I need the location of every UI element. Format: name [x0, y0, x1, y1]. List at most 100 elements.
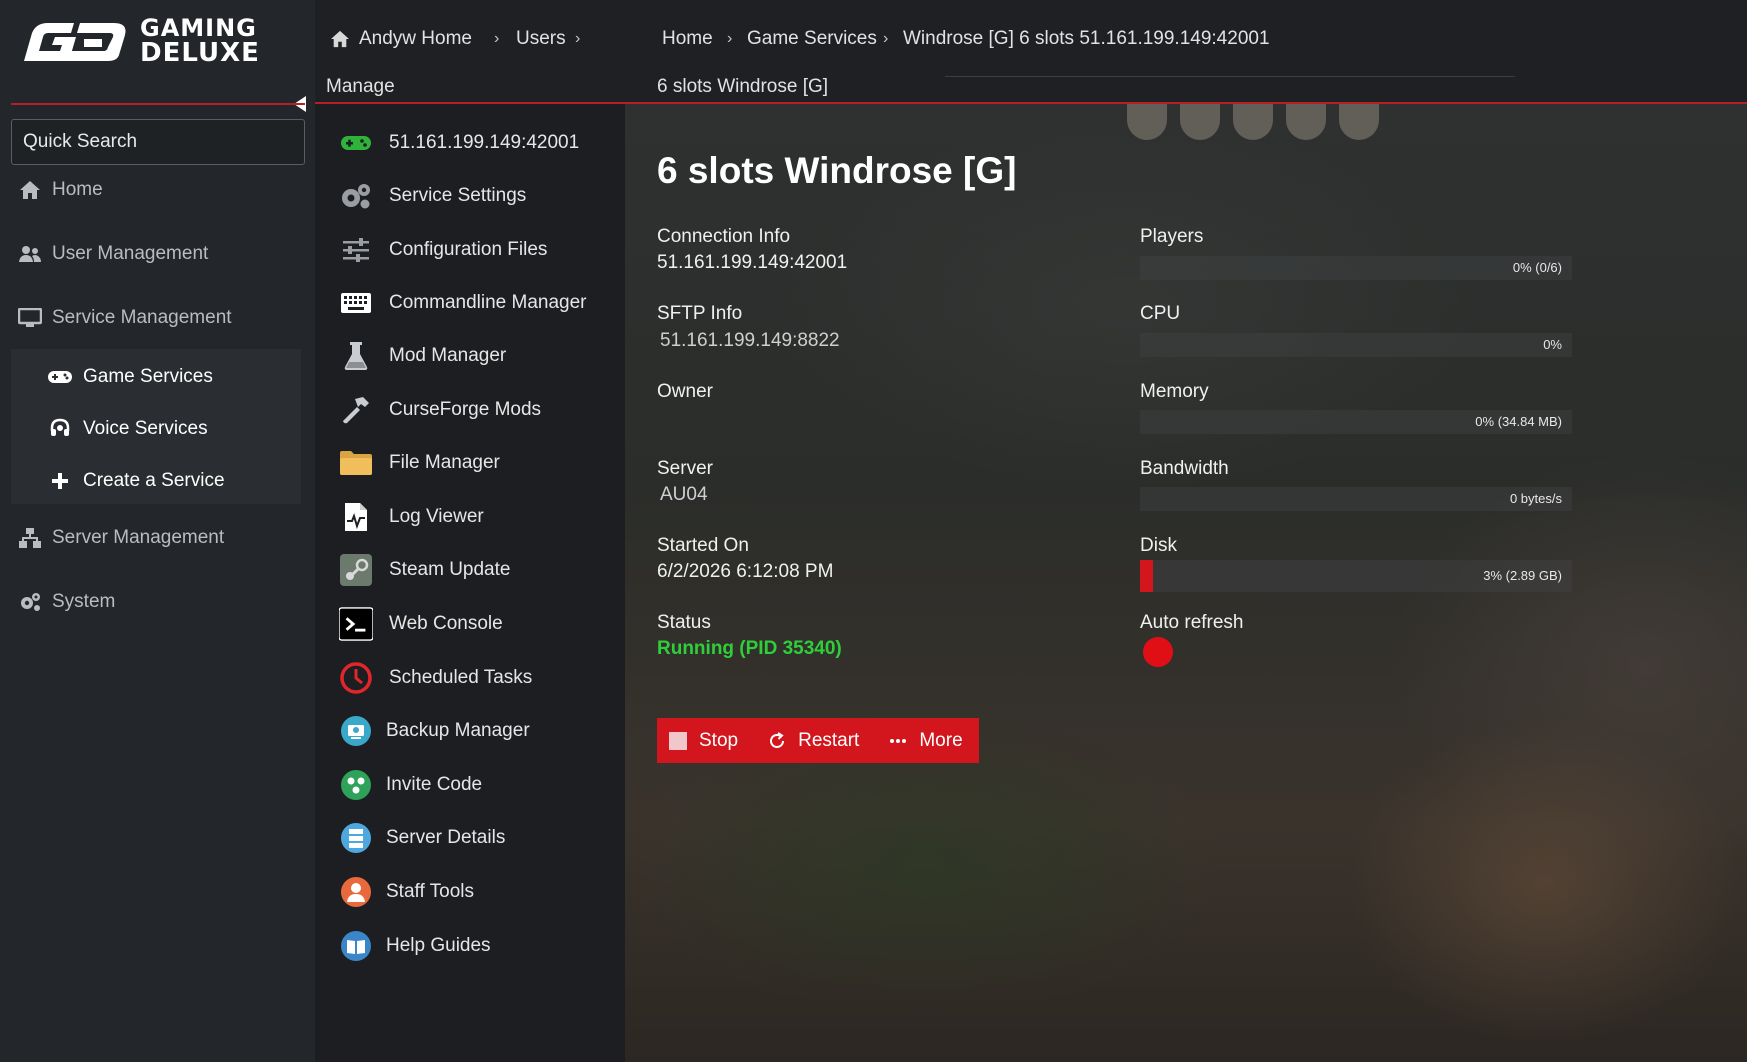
status-label: Status: [657, 612, 711, 633]
cpu-label: CPU: [1140, 303, 1181, 324]
breadcrumb-label: Game Services: [747, 28, 877, 49]
menu-item-help-guides[interactable]: Help Guides: [339, 924, 491, 968]
sidebar-item-label: Voice Services: [83, 418, 208, 439]
players-label: Players: [1140, 226, 1204, 247]
flask-icon: [339, 339, 373, 373]
manage-heading: Manage: [326, 76, 395, 97]
menu-item-label: Log Viewer: [389, 506, 484, 527]
started-on-label: Started On: [657, 535, 749, 556]
sidebar-item-create-a-service[interactable]: Create a Service: [11, 459, 301, 503]
menu-item-web-console[interactable]: Web Console: [339, 602, 503, 646]
menu-item-address[interactable]: 51.161.199.149:42001: [339, 121, 579, 165]
top-header: [315, 0, 1747, 104]
menu-item-label: Service Settings: [389, 185, 527, 206]
keyboard-icon: [339, 286, 373, 320]
terminal-icon: [339, 607, 373, 641]
menu-item-label: Configuration Files: [389, 239, 548, 260]
auto-refresh-toggle[interactable]: [1143, 637, 1173, 667]
connection-info-value[interactable]: 51.161.199.149:42001: [657, 252, 847, 274]
disk-value: 3% (2.89 GB): [1483, 568, 1562, 583]
menu-item-file-manager[interactable]: File Manager: [339, 441, 500, 485]
menu-item-label: 51.161.199.149:42001: [389, 132, 580, 153]
home-icon: [18, 178, 42, 202]
menu-item-log-viewer[interactable]: Log Viewer: [339, 495, 484, 539]
backup-icon: [339, 714, 373, 748]
menu-item-label: Staff Tools: [386, 881, 475, 902]
service-subheading: 6 slots Windrose [G]: [657, 76, 829, 97]
gears-icon: [339, 179, 373, 213]
refresh-icon: [768, 731, 786, 750]
restart-button[interactable]: Restart: [768, 730, 859, 752]
sidebar-item-service-management[interactable]: Service Management: [0, 296, 305, 340]
server-value: AU04: [660, 484, 708, 505]
service-action-bar: Stop Restart More: [657, 718, 979, 763]
gears-icon: [18, 590, 42, 614]
disk-bar: 3% (2.89 GB): [1140, 560, 1572, 592]
bandwidth-bar: 0 bytes/s: [1140, 487, 1572, 511]
monitor-icon: [18, 306, 42, 330]
sftp-info-label: SFTP Info: [657, 303, 743, 324]
stop-button[interactable]: Stop: [669, 730, 738, 752]
sidebar-item-system[interactable]: System: [0, 580, 305, 624]
breadcrumb-users[interactable]: Users: [516, 28, 566, 50]
chevron-right-icon: ›: [727, 30, 733, 47]
menu-item-curseforge-mods[interactable]: CurseForge Mods: [339, 388, 541, 432]
steam-icon: [339, 553, 373, 587]
users-icon: [18, 242, 42, 266]
more-label: More: [919, 729, 963, 751]
cpu-bar: 0%: [1140, 333, 1572, 357]
menu-item-mod-manager[interactable]: Mod Manager: [339, 334, 506, 378]
header-underline: [945, 76, 1515, 77]
gaming-deluxe-logo[interactable]: GAMING DELUXE: [18, 14, 296, 68]
folder-icon: [339, 446, 373, 480]
menu-item-label: CurseForge Mods: [389, 399, 542, 420]
menu-item-label: Backup Manager: [386, 720, 530, 741]
menu-item-label: Help Guides: [386, 935, 491, 956]
memory-label: Memory: [1140, 381, 1209, 402]
breadcrumb-label: Home: [662, 28, 713, 49]
disk-bar-fill: [1140, 560, 1153, 592]
sidebar-item-voice-services[interactable]: Voice Services: [11, 407, 301, 451]
chevron-right-icon: ›: [575, 30, 581, 47]
sftp-info-value[interactable]: 51.161.199.149:8822: [660, 330, 840, 352]
sidebar-item-label: Create a Service: [83, 470, 225, 491]
menu-item-label: Invite Code: [386, 774, 483, 795]
menu-item-backup-manager[interactable]: Backup Manager: [339, 709, 530, 753]
players-bar: 0% (0/6): [1140, 256, 1572, 280]
menu-item-steam-update[interactable]: Steam Update: [339, 548, 510, 592]
sidebar-item-home[interactable]: Home: [0, 168, 305, 212]
sliders-icon: [339, 233, 373, 267]
menu-item-invite-code[interactable]: Invite Code: [339, 763, 482, 807]
menu-item-commandline-manager[interactable]: Commandline Manager: [339, 281, 587, 325]
sidebar-item-server-management[interactable]: Server Management: [0, 516, 305, 560]
sidebar-item-label: Service Management: [52, 307, 232, 328]
connection-info-label: Connection Info: [657, 226, 791, 247]
gamepad-icon: [47, 365, 73, 389]
breadcrumb-andyw-home[interactable]: Andyw Home: [330, 28, 472, 50]
memory-value: 0% (34.84 MB): [1475, 414, 1562, 429]
quick-search-input[interactable]: [11, 119, 305, 165]
cpu-value: 0%: [1543, 337, 1562, 352]
memory-bar: 0% (34.84 MB): [1140, 410, 1572, 434]
menu-item-label: Scheduled Tasks: [389, 667, 533, 688]
sidebar-divider: [11, 103, 305, 105]
service-management-submenu: Game Services Voice Services Create a Se…: [11, 349, 301, 504]
bandwidth-label: Bandwidth: [1140, 458, 1229, 479]
network-icon: [18, 526, 42, 550]
sidebar-item-game-services[interactable]: Game Services: [11, 355, 301, 399]
breadcrumb-home[interactable]: Home: [662, 28, 713, 50]
stop-icon: [669, 731, 687, 750]
bandwidth-value: 0 bytes/s: [1509, 491, 1562, 506]
menu-item-service-settings[interactable]: Service Settings: [339, 174, 526, 218]
sidebar-item-user-management[interactable]: User Management: [0, 232, 305, 276]
auto-refresh-label: Auto refresh: [1140, 612, 1244, 633]
disk-label: Disk: [1140, 535, 1177, 556]
menu-item-staff-tools[interactable]: Staff Tools: [339, 870, 474, 914]
ellipsis-icon: [889, 738, 907, 744]
menu-item-scheduled-tasks[interactable]: Scheduled Tasks: [339, 656, 532, 700]
hammer-icon: [339, 393, 373, 427]
more-button[interactable]: More: [889, 729, 963, 752]
breadcrumb-game-services[interactable]: Game Services: [747, 28, 877, 50]
menu-item-configuration-files[interactable]: Configuration Files: [339, 228, 547, 272]
menu-item-server-details[interactable]: Server Details: [339, 816, 505, 860]
